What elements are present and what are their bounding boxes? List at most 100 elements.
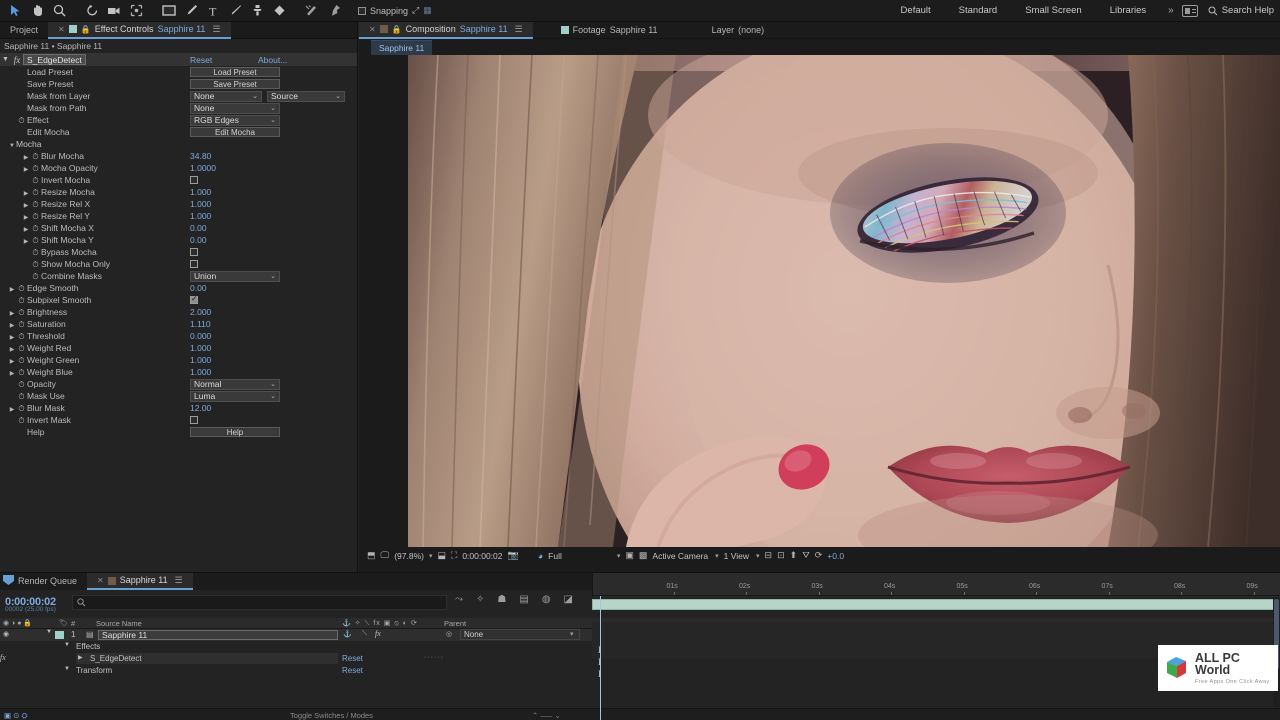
param-checkbox[interactable] [190, 260, 198, 268]
param-button[interactable]: Save Preset [190, 79, 280, 89]
param-value[interactable]: 0.00 [190, 283, 207, 293]
workspace-default[interactable]: Default [887, 5, 945, 16]
param-value[interactable]: 1.000 [190, 199, 211, 209]
param-value[interactable]: 1.000 [190, 355, 211, 365]
zoom-level-label[interactable]: (97.8%) [394, 551, 424, 561]
type-tool-icon[interactable]: T [203, 2, 223, 20]
hide-shy-layers-icon[interactable]: ☗ [497, 594, 506, 605]
roto-brush-tool-icon[interactable] [302, 2, 322, 20]
stopwatch-icon[interactable]: ⏱ [30, 272, 41, 282]
layer-duration-bar[interactable] [592, 599, 1280, 610]
rotation-tool-icon[interactable] [82, 2, 102, 20]
workspace-overflow-icon[interactable]: » [1160, 5, 1182, 16]
shape-tool-icon[interactable] [159, 2, 179, 20]
tree-disclosure-icon[interactable]: ▶ [78, 654, 83, 661]
stopwatch-icon[interactable]: ⏱ [16, 380, 27, 390]
param-checkbox[interactable] [190, 294, 198, 304]
stopwatch-icon[interactable]: ⏱ [30, 164, 41, 174]
tree-disclosure-icon[interactable]: ▼ [64, 642, 70, 648]
stopwatch-icon[interactable]: ⏱ [16, 344, 27, 354]
comp-lock-icon[interactable]: 🔒 [392, 21, 402, 38]
param-dropdown[interactable]: Union ⌄ [190, 270, 280, 282]
viewer-timecode[interactable]: 0:00:00:02 [462, 551, 502, 561]
stopwatch-icon[interactable]: ⏱ [30, 224, 41, 234]
clone-stamp-tool-icon[interactable] [247, 2, 267, 20]
mask-view-icon[interactable]: ▩ [639, 550, 648, 561]
workspace-libraries[interactable]: Libraries [1096, 5, 1160, 16]
param-value[interactable]: 1.000 [190, 367, 211, 377]
lock-icon[interactable]: 🔒 [81, 21, 91, 38]
stopwatch-icon[interactable]: ⏱ [16, 284, 27, 294]
param-value[interactable]: 0.000 [190, 331, 211, 341]
param-disclosure-icon[interactable]: ▶ [8, 286, 16, 293]
footer-toggle-icons[interactable]: ▣ ⊙ ⛭ [4, 711, 28, 720]
param-button[interactable]: Load Preset [190, 67, 280, 77]
param-disclosure-icon[interactable]: ▶ [22, 238, 30, 245]
param-value[interactable]: 1.110 [190, 319, 211, 329]
layer-label-swatch[interactable] [55, 631, 64, 639]
composition-mini-flowchart-icon[interactable]: ⤳ [455, 594, 463, 605]
transparency-grid-icon[interactable]: ▣ [625, 550, 634, 561]
resolution-dropdown[interactable]: Full ▾ [548, 551, 620, 561]
param-disclosure-icon[interactable]: ▶ [8, 370, 16, 377]
tab-composition[interactable]: ✕ 🔒 Composition Sapphire 11 ☰ [359, 21, 533, 39]
camera-tool-icon[interactable] [104, 2, 124, 20]
param-checkbox[interactable] [190, 416, 198, 424]
timeline-track-row-1[interactable] [592, 622, 1280, 634]
hand-tool-icon[interactable] [27, 2, 47, 20]
param-button[interactable]: Edit Mocha [190, 127, 280, 137]
stopwatch-icon[interactable]: ⏱ [16, 356, 27, 366]
search-help-field[interactable]: Search Help [1198, 5, 1274, 16]
stopwatch-icon[interactable]: ⏱ [30, 212, 41, 222]
stopwatch-icon[interactable]: ⏱ [16, 332, 27, 342]
group-disclosure-icon[interactable]: ▼ [8, 143, 16, 149]
stopwatch-icon[interactable]: ⏱ [16, 404, 27, 414]
graph-editor-icon[interactable]: ◪ [564, 594, 573, 605]
tree-disclosure-icon[interactable]: ▼ [64, 666, 70, 672]
param-dropdown[interactable]: Normal ⌄ [190, 378, 280, 390]
list-item[interactable]: ▼ Transform Reset [0, 665, 1280, 677]
stopwatch-icon[interactable]: ⏱ [30, 248, 41, 258]
effect-name-field[interactable]: S_EdgeDetect [23, 54, 86, 65]
subtab-sapphire[interactable]: Sapphire 11 [371, 39, 433, 55]
comp-panel-menu-icon[interactable]: ☰ [515, 21, 523, 38]
param-value[interactable]: 34.80 [190, 151, 211, 161]
stopwatch-icon[interactable]: ⏱ [16, 116, 27, 126]
panel-menu-icon[interactable]: ☰ [212, 21, 220, 38]
reset-exposure-icon[interactable]: ⟳ [815, 550, 823, 561]
param-disclosure-icon[interactable]: ▶ [22, 154, 30, 161]
stopwatch-icon[interactable]: ⏱ [16, 416, 27, 426]
param-value[interactable]: 12.00 [190, 403, 211, 413]
grid-guides-icon[interactable]: ⛶ [451, 550, 457, 561]
channel-icon[interactable]: ◕ [538, 551, 543, 561]
region-of-interest-icon[interactable]: ⬓ [437, 550, 446, 561]
param-disclosure-icon[interactable]: ▶ [22, 226, 30, 233]
mask-source-dropdown[interactable]: Source ⌄ [267, 90, 345, 102]
timeline-panel-menu-icon[interactable]: ☰ [175, 572, 183, 589]
zoom-tool-icon[interactable] [49, 2, 69, 20]
layer-video-toggle-icon[interactable]: ◉ [3, 630, 9, 638]
param-value[interactable]: 1.000 [190, 187, 211, 197]
stopwatch-icon[interactable]: ⏱ [30, 236, 41, 246]
stopwatch-icon[interactable]: ⏱ [30, 200, 41, 210]
pan-behind-tool-icon[interactable] [126, 2, 146, 20]
param-value[interactable]: 2.000 [190, 307, 211, 317]
param-value[interactable]: 0.00 [190, 235, 207, 245]
param-disclosure-icon[interactable]: ▶ [22, 202, 30, 209]
exposure-value[interactable]: +0.0 [827, 551, 844, 561]
zoom-chevron-icon[interactable]: ▾ [429, 552, 433, 560]
camera-dropdown[interactable]: Active Camera ▾ [652, 551, 718, 561]
layer-name-field[interactable]: Sapphire 11 [98, 630, 338, 640]
param-disclosure-icon[interactable]: ▶ [8, 358, 16, 365]
tab-effect-controls[interactable]: ✕ 🔒 Effect Controls Sapphire 11 ☰ [48, 21, 231, 39]
timeline-link-icon[interactable]: ⊡ [777, 550, 785, 561]
param-disclosure-icon[interactable]: ▶ [8, 346, 16, 353]
snapshot-icon[interactable]: 📷 [508, 550, 519, 561]
param-disclosure-icon[interactable]: ▶ [8, 322, 16, 329]
layer-audio-switch-icon[interactable]: ⚓ [343, 630, 352, 638]
stopwatch-icon[interactable]: ⏱ [30, 152, 41, 162]
puppet-pin-tool-icon[interactable] [324, 2, 344, 20]
stopwatch-icon[interactable]: ⏱ [16, 308, 27, 318]
param-checkbox[interactable] [190, 248, 198, 256]
tab-project[interactable]: Project [0, 22, 48, 39]
